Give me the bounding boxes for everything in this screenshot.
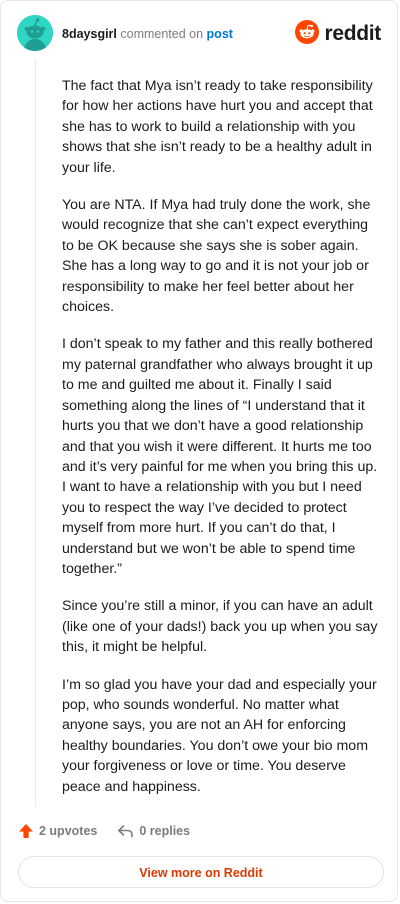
- comment-actions: 2 upvotes 0 replies: [18, 821, 190, 841]
- reddit-brand[interactable]: reddit: [295, 19, 381, 49]
- replies-button[interactable]: 0 replies: [117, 823, 190, 839]
- reply-arrow-icon: [117, 823, 139, 839]
- action-text: commented on: [120, 27, 204, 41]
- comment-header: 8daysgirl commented on post reddit: [1, 1, 397, 67]
- comment-paragraph: You are NTA. If Mya had truly done the w…: [62, 197, 371, 316]
- thread-line: [35, 59, 36, 807]
- reddit-logo-icon: [295, 19, 320, 49]
- view-more-button[interactable]: View more on Reddit: [18, 856, 384, 888]
- reply-count: 0 replies: [139, 824, 191, 838]
- comment-paragraph: Since you’re still a minor, if you can h…: [62, 598, 378, 656]
- upvote-count: 2 upvotes: [39, 824, 98, 838]
- upvote-button[interactable]: 2 upvotes: [18, 823, 97, 839]
- comment-embed-card: 8daysgirl commented on post reddit The f…: [0, 0, 398, 902]
- comment-meta: 8daysgirl commented on post: [62, 27, 233, 41]
- comment-body: The fact that Mya isn’t ready to take re…: [62, 76, 380, 814]
- comment-paragraph: The fact that Mya isn’t ready to take re…: [62, 78, 373, 176]
- snoo-avatar-icon[interactable]: [17, 15, 53, 51]
- username-link[interactable]: 8daysgirl: [62, 27, 117, 41]
- upvote-arrow-icon: [18, 823, 39, 839]
- comment-paragraph: I don’t speak to my father and this real…: [62, 336, 378, 577]
- post-link[interactable]: post: [207, 27, 233, 41]
- comment-paragraph: I’m so glad you have your dad and especi…: [62, 676, 377, 795]
- reddit-wordmark: reddit: [324, 22, 381, 45]
